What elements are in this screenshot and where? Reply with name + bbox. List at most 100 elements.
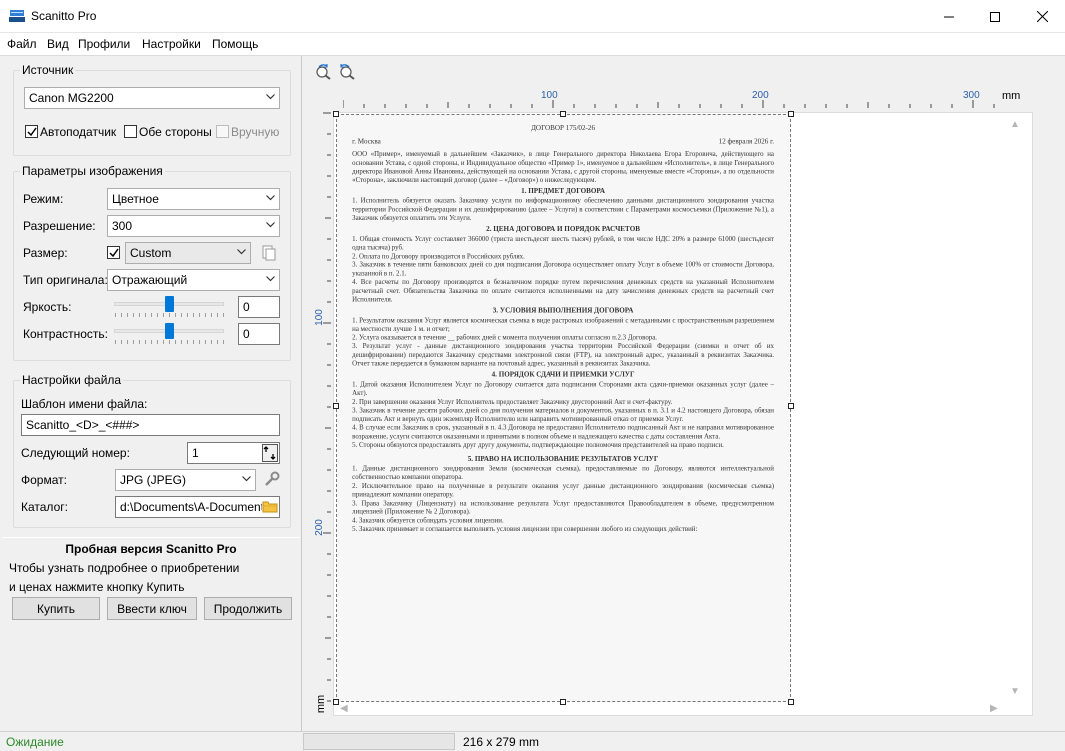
- chevron-down-icon: [266, 276, 275, 282]
- selection-handle-top-right[interactable]: [788, 111, 794, 117]
- doc-clause-2-3: 3. Заказчик в течение пяти банковских дн…: [352, 260, 774, 278]
- next-number-label: Следующий номер:: [21, 446, 130, 460]
- ruler-left-tick-200: 200: [313, 519, 325, 536]
- settings-panel: Источник Canon MG2200 Автоподатчик Обе с…: [0, 56, 302, 731]
- menu-file[interactable]: Файл: [7, 37, 37, 51]
- filename-template-input[interactable]: Scanitto_<D>_<###>: [21, 414, 280, 436]
- duplex-label: Обе стороны: [139, 125, 212, 139]
- brightness-slider-thumb[interactable]: [165, 296, 174, 312]
- contrast-input[interactable]: 0: [238, 323, 280, 345]
- doc-clause-4-2: 2. При завершении оказания Услуг Исполни…: [352, 397, 673, 406]
- menu-help[interactable]: Помощь: [212, 37, 258, 51]
- doc-place-date: г. Москва 12 февраля 2026 г.: [352, 137, 774, 146]
- menu-profiles[interactable]: Профили: [78, 37, 130, 51]
- folder-icon[interactable]: [262, 500, 278, 516]
- close-button[interactable]: [1019, 0, 1065, 33]
- menu-view[interactable]: Вид: [47, 37, 69, 51]
- doc-intro: ООО «Пример», именуемый в дальнейшем «За…: [352, 150, 774, 184]
- mode-select[interactable]: Цветное: [107, 188, 280, 210]
- doc-clause-3-1: 1. Результатом оказания Услуг является к…: [352, 316, 774, 333]
- resolution-label: Разрешение:: [23, 219, 96, 233]
- doc-clause-1-1: 1. Исполнитель обязуется оказать Заказчи…: [352, 196, 774, 222]
- chevron-down-icon: [266, 195, 275, 201]
- buy-button[interactable]: Купить: [12, 597, 100, 620]
- selection-handle-top-left[interactable]: [333, 111, 339, 117]
- filename-template-label: Шаблон имени файла:: [21, 397, 148, 411]
- selection-handle-right[interactable]: [788, 403, 794, 409]
- brightness-input[interactable]: 0: [238, 296, 280, 318]
- trial-line2: и ценах нажмите кнопку Купить: [9, 580, 185, 594]
- format-select[interactable]: JPG (JPEG): [115, 469, 256, 491]
- trial-line1: Чтобы узнать подробнее о приобретении: [9, 561, 240, 575]
- doc-body: ООО «Пример», именуемый в дальнейшем «За…: [352, 150, 774, 534]
- wrench-icon[interactable]: [264, 471, 280, 490]
- spinner-icon[interactable]: [262, 444, 278, 465]
- scroll-up-icon[interactable]: ▲: [1010, 119, 1020, 130]
- ruler-unit: mm: [1002, 90, 1021, 102]
- manual-checkbox[interactable]: [216, 125, 229, 138]
- checkmark-icon: [109, 248, 119, 258]
- window-title: Scanitto Pro: [31, 9, 97, 23]
- ruler-tick-300: 300: [963, 90, 980, 101]
- doc-section-2: 2. ЦЕНА ДОГОВОРА И ПОРЯДОК РАСЧЕТОВ: [486, 225, 640, 233]
- original-type-value: Отражающий: [112, 273, 188, 287]
- format-value: JPG (JPEG): [120, 473, 187, 487]
- status-state: Ожидание: [6, 735, 64, 749]
- selection-handle-bottom[interactable]: [560, 699, 566, 705]
- brightness-ticks: [115, 313, 225, 317]
- size-checkbox[interactable]: [107, 246, 120, 259]
- page-size-icon[interactable]: [262, 245, 276, 264]
- doc-section-1: 1. ПРЕДМЕТ ДОГОВОРА: [521, 187, 605, 195]
- preview-area: 100 200 300 mm 100 200 mm ▲ ▼ ◀ ▶ ДОГОВО…: [303, 56, 1065, 731]
- left-ruler: 100 200 mm: [313, 112, 331, 714]
- size-label: Размер:: [23, 246, 68, 260]
- file-settings-group-title: Настройки файла: [20, 373, 124, 387]
- selection-handle-bottom-right[interactable]: [788, 699, 794, 705]
- ruler-left-unit: mm: [315, 694, 328, 714]
- enter-key-button[interactable]: Ввести ключ: [107, 597, 197, 620]
- contrast-label: Контрастность:: [23, 327, 109, 341]
- duplex-checkbox[interactable]: [124, 125, 137, 138]
- continue-button[interactable]: Продолжить: [204, 597, 292, 620]
- contrast-slider-thumb[interactable]: [165, 323, 174, 339]
- contrast-ticks: [115, 340, 225, 344]
- maximize-button[interactable]: [972, 0, 1018, 33]
- source-group-title: Источник: [20, 63, 76, 77]
- doc-clause-5-1: 1. Данные дистанционного зондирования Зе…: [352, 464, 774, 481]
- resolution-select[interactable]: 300: [107, 215, 280, 237]
- ruler-tick-100: 100: [541, 90, 558, 101]
- scroll-down-icon[interactable]: ▼: [1010, 686, 1020, 697]
- scroll-left-icon[interactable]: ◀: [340, 703, 348, 714]
- selection-handle-top[interactable]: [560, 111, 566, 117]
- checkmark-icon: [27, 127, 37, 137]
- progress-bar: [303, 733, 455, 750]
- doc-title: ДОГОВОР 175/02-26: [531, 124, 596, 132]
- doc-clause-5-5: 5. Заказчик принимает и соглашается выпо…: [352, 525, 698, 533]
- image-params-group-title: Параметры изображения: [20, 164, 165, 178]
- menu-settings[interactable]: Настройки: [142, 37, 201, 51]
- chevron-down-icon: [237, 249, 246, 255]
- folder-input[interactable]: d:\Documents\A-Documents: [115, 496, 280, 518]
- original-type-select[interactable]: Отражающий: [107, 269, 280, 291]
- selection-handle-left[interactable]: [333, 403, 339, 409]
- doc-clause-5-4: 4. Заказчик обязуется соблюдать условия …: [352, 516, 504, 525]
- chevron-down-icon: [242, 476, 251, 482]
- zoom-out-icon[interactable]: [339, 64, 357, 83]
- size-select[interactable]: Custom: [125, 242, 251, 264]
- minimize-button[interactable]: [926, 0, 972, 33]
- mode-label: Режим:: [23, 192, 64, 206]
- selection-handle-bottom-left[interactable]: [333, 699, 339, 705]
- device-select[interactable]: Canon MG2200: [24, 87, 280, 109]
- doc-clause-2-4: 4. Все расчеты по Договору производятся …: [352, 278, 774, 304]
- adf-checkbox[interactable]: [25, 125, 38, 138]
- scroll-right-icon[interactable]: ▶: [990, 703, 998, 714]
- folder-value: d:\Documents\A-Documents: [120, 500, 271, 514]
- scanned-page-preview[interactable]: ДОГОВОР 175/02-26 г. Москва 12 февраля 2…: [336, 114, 791, 702]
- menu-bar: Файл Вид Профили Настройки Помощь: [0, 33, 1065, 56]
- resolution-value: 300: [112, 219, 133, 233]
- top-ruler: 100 200 300 mm: [343, 90, 1023, 108]
- doc-clause-5-3: 3. Права Заказчику (Лицензиату) на испол…: [352, 499, 774, 516]
- zoom-in-icon[interactable]: [315, 64, 333, 83]
- manual-label: Вручную: [231, 125, 280, 139]
- format-label: Формат:: [21, 473, 67, 487]
